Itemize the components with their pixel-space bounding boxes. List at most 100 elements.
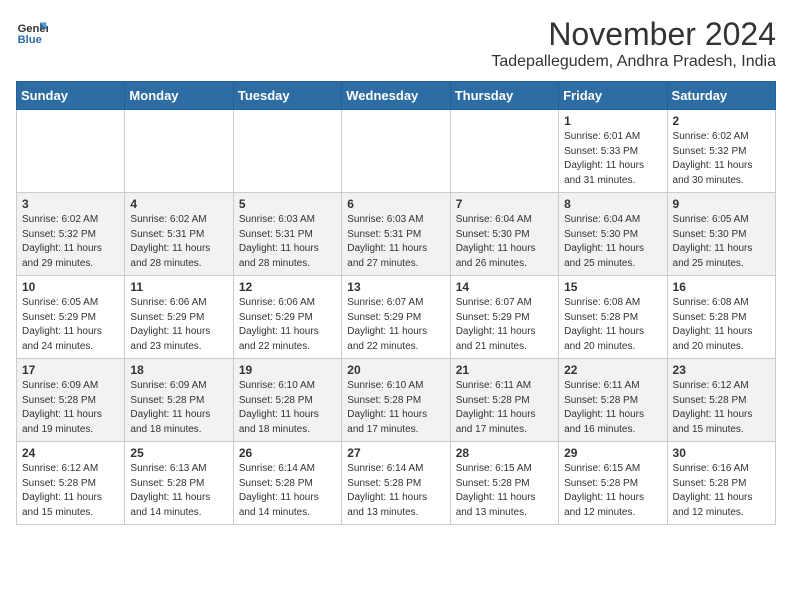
day-info: Sunrise: 6:12 AMSunset: 5:28 PMDaylight:… [22, 462, 119, 520]
calendar-cell: 9Sunrise: 6:05 AMSunset: 5:30 PMDaylight… [667, 193, 775, 276]
day-number: 24 [22, 446, 119, 460]
calendar-cell: 12 Sunrise: 6:06 AMSunset: 5:29 PMDayligh… [233, 276, 341, 359]
calendar-cell: 11 Sunrise: 6:06 AMSunset: 5:29 PMDayligh… [125, 276, 233, 359]
day-number: 28 [456, 446, 553, 460]
day-number: 6 [347, 197, 444, 211]
calendar-cell: 26 Sunrise: 6:14 AMSunset: 5:28 PMDayligh… [233, 442, 341, 525]
calendar-cell: 4 Sunrise: 6:02 AMSunset: 5:31 PMDaylight… [125, 193, 233, 276]
day-number: 18 [130, 363, 227, 377]
day-number: 9 [673, 197, 770, 211]
day-number: 2 [673, 114, 770, 128]
calendar-cell: 25 Sunrise: 6:13 AMSunset: 5:28 PMDayligh… [125, 442, 233, 525]
day-info: Sunrise: 6:04 AMSunset: 5:30 PMDaylight:… [564, 213, 661, 271]
day-info: Sunrise: 6:16 AMSunset: 5:28 PMDaylight:… [673, 462, 770, 520]
day-info: Sunrise: 6:09 AMSunset: 5:28 PMDaylight:… [22, 379, 119, 437]
calendar-cell: 14 Sunrise: 6:07 AMSunset: 5:29 PMDayligh… [450, 276, 558, 359]
calendar-cell [450, 110, 558, 193]
calendar-cell: 23 Sunrise: 6:12 AMSunset: 5:28 PMDayligh… [667, 359, 775, 442]
day-number: 19 [239, 363, 336, 377]
day-number: 22 [564, 363, 661, 377]
logo-icon: General Blue [16, 16, 48, 48]
calendar-cell: 8 Sunrise: 6:04 AMSunset: 5:30 PMDaylight… [559, 193, 667, 276]
calendar-cell: 18 Sunrise: 6:09 AMSunset: 5:28 PMDayligh… [125, 359, 233, 442]
calendar-cell [342, 110, 450, 193]
day-info: Sunrise: 6:02 AMSunset: 5:32 PMDaylight:… [673, 130, 770, 188]
day-number: 25 [130, 446, 227, 460]
calendar-week-row: 10 Sunrise: 6:05 AMSunset: 5:29 PMDayligh… [17, 276, 776, 359]
day-info: Sunrise: 6:12 AMSunset: 5:28 PMDaylight:… [673, 379, 770, 437]
weekday-header: Wednesday [342, 82, 450, 110]
day-number: 26 [239, 446, 336, 460]
day-number: 5 [239, 197, 336, 211]
calendar-table: SundayMondayTuesdayWednesdayThursdayFrid… [16, 81, 776, 525]
calendar-cell [125, 110, 233, 193]
day-info: Sunrise: 6:11 AMSunset: 5:28 PMDaylight:… [564, 379, 661, 437]
calendar-cell: 7Sunrise: 6:04 AMSunset: 5:30 PMDaylight… [450, 193, 558, 276]
calendar-cell: 27 Sunrise: 6:14 AMSunset: 5:28 PMDayligh… [342, 442, 450, 525]
day-info: Sunrise: 6:02 AMSunset: 5:32 PMDaylight:… [22, 213, 119, 271]
day-info: Sunrise: 6:06 AMSunset: 5:29 PMDaylight:… [130, 296, 227, 354]
calendar-cell: 19Sunrise: 6:10 AMSunset: 5:28 PMDayligh… [233, 359, 341, 442]
page-header: General Blue November 2024 Tadepallegude… [16, 16, 776, 71]
day-info: Sunrise: 6:14 AMSunset: 5:28 PMDaylight:… [347, 462, 444, 520]
day-number: 1 [564, 114, 661, 128]
weekday-header: Sunday [17, 82, 125, 110]
day-info: Sunrise: 6:08 AMSunset: 5:28 PMDaylight:… [673, 296, 770, 354]
weekday-header: Saturday [667, 82, 775, 110]
calendar-cell: 15 Sunrise: 6:08 AMSunset: 5:28 PMDayligh… [559, 276, 667, 359]
month-title: November 2024 [491, 16, 776, 53]
day-info: Sunrise: 6:15 AMSunset: 5:28 PMDaylight:… [564, 462, 661, 520]
calendar-cell: 13 Sunrise: 6:07 AMSunset: 5:29 PMDayligh… [342, 276, 450, 359]
day-number: 14 [456, 280, 553, 294]
day-info: Sunrise: 6:15 AMSunset: 5:28 PMDaylight:… [456, 462, 553, 520]
day-number: 7 [456, 197, 553, 211]
calendar-week-row: 24 Sunrise: 6:12 AMSunset: 5:28 PMDayligh… [17, 442, 776, 525]
calendar-cell [17, 110, 125, 193]
day-number: 21 [456, 363, 553, 377]
day-number: 11 [130, 280, 227, 294]
day-number: 15 [564, 280, 661, 294]
day-number: 17 [22, 363, 119, 377]
day-info: Sunrise: 6:08 AMSunset: 5:28 PMDaylight:… [564, 296, 661, 354]
title-area: November 2024 Tadepallegudem, Andhra Pra… [491, 16, 776, 71]
day-number: 20 [347, 363, 444, 377]
day-number: 30 [673, 446, 770, 460]
day-info: Sunrise: 6:06 AMSunset: 5:29 PMDaylight:… [239, 296, 336, 354]
day-number: 16 [673, 280, 770, 294]
location-title: Tadepallegudem, Andhra Pradesh, India [491, 53, 776, 71]
day-info: Sunrise: 6:10 AMSunset: 5:28 PMDaylight:… [347, 379, 444, 437]
day-info: Sunrise: 6:14 AMSunset: 5:28 PMDaylight:… [239, 462, 336, 520]
weekday-header: Tuesday [233, 82, 341, 110]
day-info: Sunrise: 6:13 AMSunset: 5:28 PMDaylight:… [130, 462, 227, 520]
calendar-cell: 30 Sunrise: 6:16 AMSunset: 5:28 PMDayligh… [667, 442, 775, 525]
day-info: Sunrise: 6:02 AMSunset: 5:31 PMDaylight:… [130, 213, 227, 271]
calendar-cell: 6 Sunrise: 6:03 AMSunset: 5:31 PMDaylight… [342, 193, 450, 276]
logo: General Blue [16, 16, 48, 48]
day-info: Sunrise: 6:07 AMSunset: 5:29 PMDaylight:… [347, 296, 444, 354]
day-info: Sunrise: 6:01 AMSunset: 5:33 PMDaylight:… [564, 130, 661, 188]
day-info: Sunrise: 6:09 AMSunset: 5:28 PMDaylight:… [130, 379, 227, 437]
calendar-cell: 20 Sunrise: 6:10 AMSunset: 5:28 PMDayligh… [342, 359, 450, 442]
day-number: 3 [22, 197, 119, 211]
calendar-header-row: SundayMondayTuesdayWednesdayThursdayFrid… [17, 82, 776, 110]
calendar-cell: 10 Sunrise: 6:05 AMSunset: 5:29 PMDayligh… [17, 276, 125, 359]
calendar-week-row: 3 Sunrise: 6:02 AMSunset: 5:32 PMDaylight… [17, 193, 776, 276]
day-number: 12 [239, 280, 336, 294]
day-info: Sunrise: 6:11 AMSunset: 5:28 PMDaylight:… [456, 379, 553, 437]
calendar-cell [233, 110, 341, 193]
day-number: 27 [347, 446, 444, 460]
day-info: Sunrise: 6:03 AMSunset: 5:31 PMDaylight:… [347, 213, 444, 271]
day-number: 23 [673, 363, 770, 377]
calendar-cell: 16 Sunrise: 6:08 AMSunset: 5:28 PMDayligh… [667, 276, 775, 359]
weekday-header: Monday [125, 82, 233, 110]
day-number: 13 [347, 280, 444, 294]
day-info: Sunrise: 6:07 AMSunset: 5:29 PMDaylight:… [456, 296, 553, 354]
calendar-cell: 2 Sunrise: 6:02 AMSunset: 5:32 PMDaylight… [667, 110, 775, 193]
calendar-cell: 17 Sunrise: 6:09 AMSunset: 5:28 PMDayligh… [17, 359, 125, 442]
day-number: 8 [564, 197, 661, 211]
day-info: Sunrise: 6:05 AMSunset: 5:29 PMDaylight:… [22, 296, 119, 354]
calendar-week-row: 1 Sunrise: 6:01 AMSunset: 5:33 PMDaylight… [17, 110, 776, 193]
day-number: 4 [130, 197, 227, 211]
day-number: 10 [22, 280, 119, 294]
calendar-cell: 29Sunrise: 6:15 AMSunset: 5:28 PMDayligh… [559, 442, 667, 525]
